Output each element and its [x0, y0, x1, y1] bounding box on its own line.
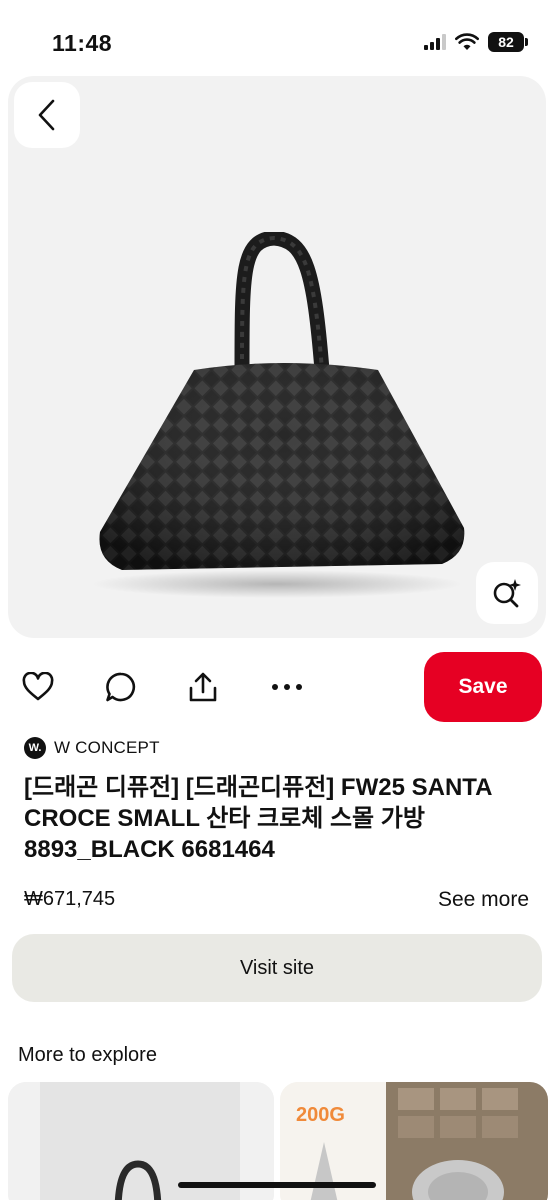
pin-image[interactable] [8, 76, 546, 638]
comment-icon[interactable] [104, 670, 138, 704]
cellular-signal-icon [424, 34, 446, 50]
home-indicator[interactable] [178, 1182, 376, 1188]
visit-site-button[interactable]: Visit site [12, 934, 542, 1002]
source-logo: W. [24, 737, 46, 759]
black-woven-bag-image [92, 232, 465, 598]
lens-sparkle-icon [493, 579, 521, 608]
pin-actions: Save [0, 652, 554, 724]
chevron-left-icon [38, 99, 55, 131]
card-badge: 200G [296, 1104, 345, 1126]
status-time: 11:48 [52, 30, 113, 56]
more-icon[interactable] [270, 670, 304, 704]
heart-icon[interactable] [21, 670, 55, 704]
pin-title: [드래곤 디퓨전] [드래곤디퓨전] FW25 SANTA CROCE SMAL… [24, 774, 492, 863]
source-name: W CONCEPT [54, 738, 160, 757]
see-more-link[interactable]: See more [438, 888, 529, 912]
pin-source[interactable]: W. W CONCEPT [24, 737, 160, 759]
battery-icon: 82 [488, 32, 528, 52]
pin-price: ₩671,745 [24, 888, 116, 910]
status-bar: 11:48 82 [0, 0, 554, 80]
share-icon[interactable] [186, 670, 220, 704]
back-button[interactable] [14, 82, 80, 148]
status-icons: 82 [424, 32, 528, 52]
wifi-icon [455, 33, 479, 50]
visual-search-button[interactable] [476, 562, 538, 624]
save-button[interactable]: Save [424, 652, 542, 722]
more-to-explore-heading: More to explore [18, 1044, 157, 1066]
